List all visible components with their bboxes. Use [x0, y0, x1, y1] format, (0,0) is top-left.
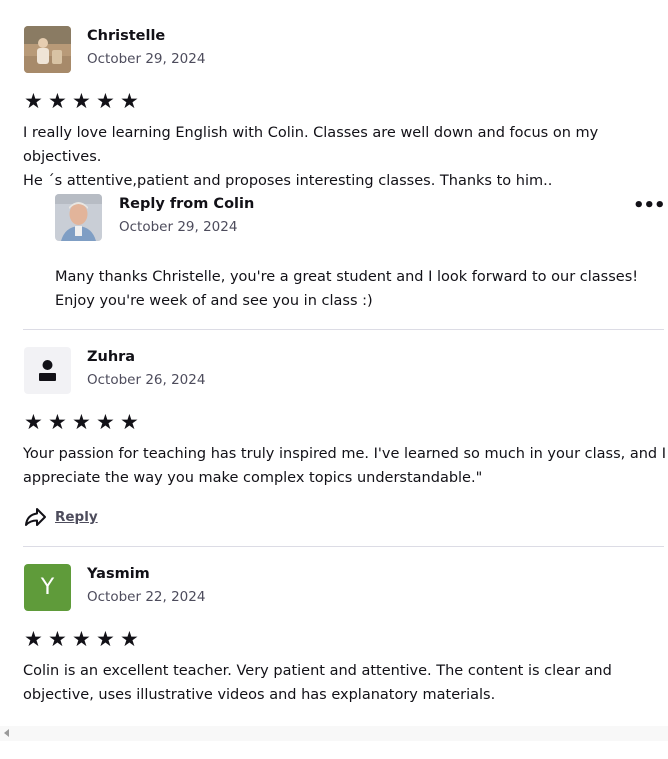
star-icon: ★: [120, 410, 139, 434]
star-icon: ★: [96, 627, 115, 651]
star-rating: ★ ★ ★ ★ ★: [24, 90, 142, 112]
review-text-line: appreciate the way you make complex topi…: [23, 470, 483, 486]
star-icon: ★: [48, 627, 67, 651]
reply-text: Many thanks Christelle, you're a great s…: [55, 265, 638, 313]
reply-date: October 29, 2024: [119, 219, 238, 235]
star-icon: ★: [120, 627, 139, 651]
more-options-icon[interactable]: •••: [633, 195, 666, 216]
star-icon: ★: [72, 627, 91, 651]
review-date: October 29, 2024: [87, 51, 206, 67]
reviewer-name: Christelle: [87, 28, 166, 44]
review-text-line: He ´s attentive,patient and proposes int…: [23, 173, 553, 189]
review-text-line: objective, uses illustrative videos and …: [23, 687, 496, 703]
reply-arrow-icon: [25, 508, 46, 526]
review-text: Your passion for teaching has truly insp…: [23, 442, 666, 490]
reply-text-line: Enjoy you're week of and see you in clas…: [55, 293, 373, 309]
avatar[interactable]: [24, 26, 71, 73]
divider: [23, 546, 664, 547]
reply-label[interactable]: Reply: [55, 509, 98, 525]
avatar-placeholder[interactable]: [24, 347, 71, 394]
star-icon: ★: [72, 89, 91, 113]
star-icon: ★: [24, 89, 43, 113]
scroll-left-icon[interactable]: [4, 729, 9, 737]
avatar-photo: [24, 26, 71, 73]
divider: [23, 329, 664, 330]
review-text: I really love learning English with Coli…: [23, 121, 668, 193]
star-rating: ★ ★ ★ ★ ★: [24, 411, 142, 433]
tutor-photo: [55, 194, 102, 241]
review-text-line: Your passion for teaching has truly insp…: [23, 446, 667, 462]
review-date: October 26, 2024: [87, 372, 206, 388]
review-date: October 22, 2024: [87, 589, 206, 605]
reply-button[interactable]: Reply: [24, 507, 98, 527]
reviewer-name: Zuhra: [87, 349, 136, 365]
star-icon: ★: [24, 627, 43, 651]
review-text-line: Colin is an excellent teacher. Very pati…: [23, 663, 612, 679]
reply-author: Reply from Colin: [119, 196, 255, 212]
avatar-letter: Y: [40, 575, 55, 600]
star-icon: ★: [96, 410, 115, 434]
horizontal-scrollbar[interactable]: [0, 726, 668, 741]
user-icon: [39, 360, 56, 381]
review-text: Colin is an excellent teacher. Very pati…: [23, 659, 612, 707]
star-icon: ★: [24, 410, 43, 434]
avatar-initial[interactable]: Y: [24, 564, 71, 611]
star-icon: ★: [72, 410, 91, 434]
review-text-line: I really love learning English with Coli…: [23, 125, 599, 165]
star-icon: ★: [96, 89, 115, 113]
tutor-avatar[interactable]: [55, 194, 102, 241]
reviewer-name: Yasmim: [87, 566, 150, 582]
star-icon: ★: [48, 410, 67, 434]
star-icon: ★: [48, 89, 67, 113]
reply-text-line: Many thanks Christelle, you're a great s…: [55, 269, 639, 285]
star-icon: ★: [120, 89, 139, 113]
star-rating: ★ ★ ★ ★ ★: [24, 628, 142, 650]
